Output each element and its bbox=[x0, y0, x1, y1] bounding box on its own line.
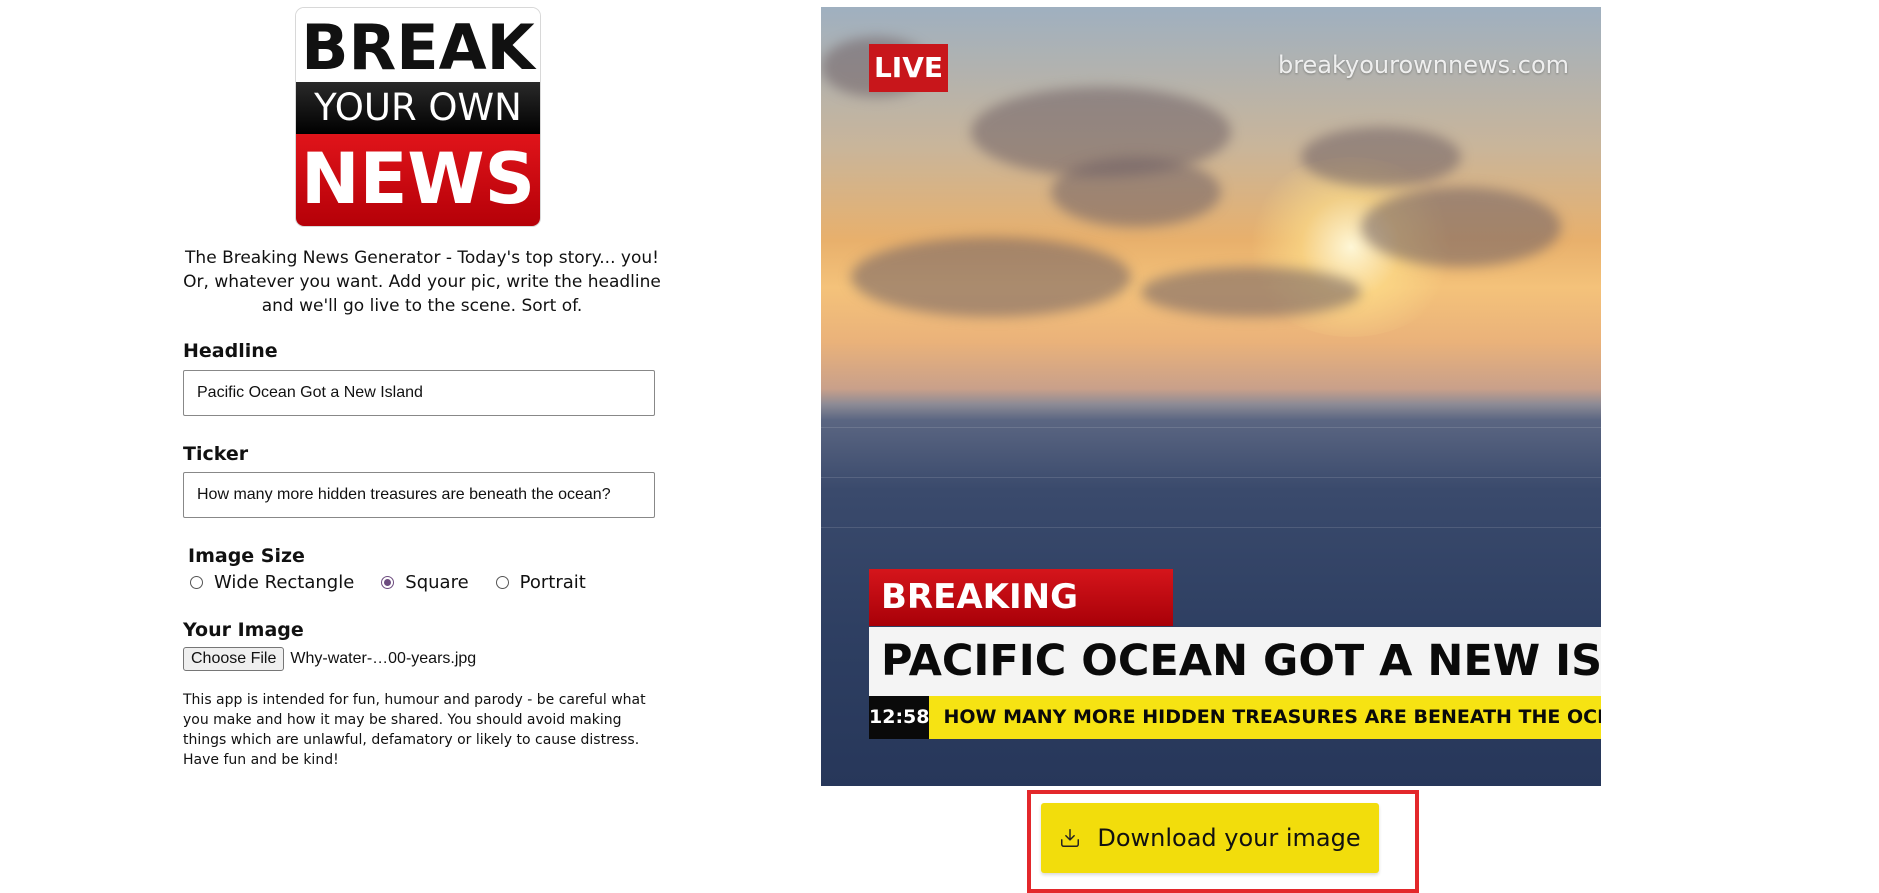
download-label: Download your image bbox=[1097, 824, 1361, 852]
ticker-time: 12:58 bbox=[869, 696, 930, 739]
cloud bbox=[1361, 187, 1561, 267]
your-image-label: Your Image bbox=[183, 619, 304, 641]
intro-text: The Breaking News Generator - Today's to… bbox=[183, 248, 661, 316]
logo-line-news: NEWS bbox=[296, 134, 540, 226]
ticker-text: HOW MANY MORE HIDDEN TREASURES ARE BENEA… bbox=[943, 706, 1601, 728]
radio-portrait[interactable] bbox=[495, 576, 509, 589]
file-name: Why-water-…00-years.jpg bbox=[290, 650, 477, 667]
ticker-banner: 12:58 HOW MANY MORE HIDDEN TREASURES ARE… bbox=[869, 696, 1601, 739]
news-preview-image: LIVE breakyourownnews.com BREAKING NEWS … bbox=[821, 7, 1601, 786]
sea-line bbox=[821, 527, 1601, 528]
watermark: breakyourownnews.com bbox=[1277, 51, 1569, 79]
download-button[interactable]: Download your image bbox=[1041, 803, 1379, 873]
image-size-label: Image Size bbox=[188, 545, 305, 567]
radio-wide-rectangle[interactable] bbox=[190, 576, 203, 589]
download-icon bbox=[1061, 829, 1080, 847]
sea-line bbox=[821, 477, 1601, 478]
choose-file-button[interactable]: Choose File bbox=[183, 647, 285, 671]
cloud bbox=[1051, 157, 1221, 227]
headline-banner: PACIFIC OCEAN GOT A NEW ISLAND bbox=[869, 627, 1601, 696]
radio-square[interactable] bbox=[381, 576, 395, 589]
radio-label-wide-rectangle[interactable]: Wide Rectangle bbox=[214, 572, 354, 593]
ticker-input[interactable]: How many more hidden treasures are benea… bbox=[183, 472, 655, 518]
image-size-options: Wide Rectangle Square Portrait bbox=[190, 572, 613, 593]
ticker-label: Ticker bbox=[183, 443, 249, 465]
cloud bbox=[1301, 127, 1461, 187]
cloud bbox=[1141, 267, 1361, 317]
headline-input[interactable]: Pacific Ocean Got a New Island bbox=[183, 370, 655, 416]
sea-line bbox=[821, 427, 1601, 428]
live-badge: LIVE bbox=[869, 44, 948, 92]
site-logo: BREAK YOUR OWN NEWS bbox=[296, 8, 540, 226]
logo-line-your-own: YOUR OWN bbox=[296, 82, 540, 134]
radio-label-portrait[interactable]: Portrait bbox=[520, 572, 586, 593]
file-input: Choose File Why-water-…00-years.jpg bbox=[183, 647, 476, 671]
breaking-news-tag: BREAKING NEWS bbox=[869, 569, 1173, 674]
headline-label: Headline bbox=[183, 340, 278, 362]
cloud bbox=[851, 237, 1131, 317]
disclaimer-text: This app is intended for fun, humour and… bbox=[183, 692, 646, 768]
logo-line-break: BREAK bbox=[296, 8, 540, 84]
radio-label-square[interactable]: Square bbox=[405, 572, 468, 593]
